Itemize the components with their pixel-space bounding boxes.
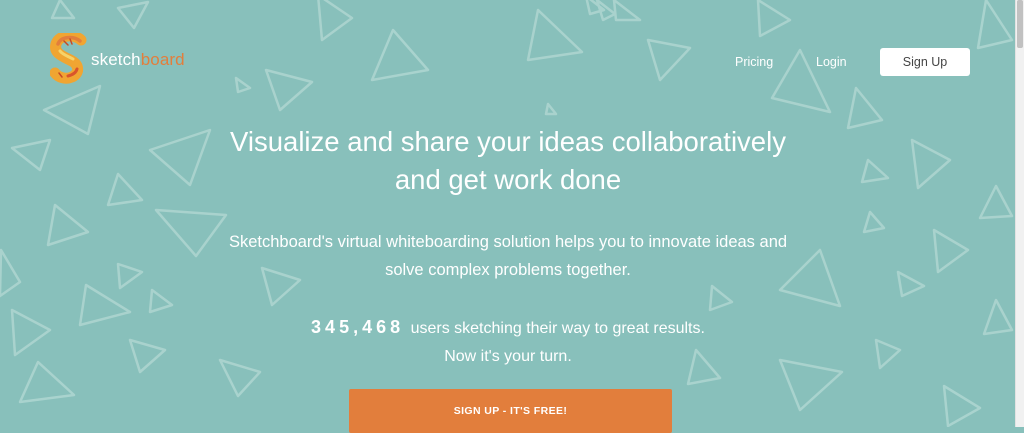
hero-subtitle: Sketchboard's virtual whiteboarding solu… bbox=[0, 228, 1016, 284]
hero-subtitle-line1: Sketchboard's virtual whiteboarding solu… bbox=[228, 233, 788, 251]
sign-up-free-cta-button[interactable]: SIGN UP - IT'S FREE! bbox=[349, 389, 672, 433]
brand-wordmark: sketchboard bbox=[91, 50, 185, 70]
nav-pricing-link[interactable]: Pricing bbox=[735, 48, 773, 76]
user-stats-text: users sketching their way to great resul… bbox=[410, 320, 705, 337]
user-stats-line2: Now it's your turn. bbox=[444, 348, 572, 365]
user-stats: 345,468 users sketching their way to gre… bbox=[0, 313, 1016, 371]
sign-up-button[interactable]: Sign Up bbox=[880, 48, 970, 76]
scrollbar-thumb[interactable] bbox=[1017, 0, 1023, 48]
sketchboard-s-logo-icon bbox=[50, 33, 87, 84]
hero-headline-line2: and get work done bbox=[394, 164, 622, 195]
brand-wordmark-part1: sketch bbox=[91, 50, 141, 69]
hero-headline: Visualize and share your ideas collabora… bbox=[0, 123, 1016, 199]
brand-wordmark-part2: board bbox=[140, 50, 185, 69]
hero-headline-line1: Visualize and share your ideas collabora… bbox=[230, 126, 786, 157]
vertical-scrollbar[interactable] bbox=[1015, 0, 1024, 427]
nav-login-link[interactable]: Login bbox=[816, 48, 847, 76]
brand-logo[interactable]: sketchboard bbox=[50, 33, 185, 85]
hero-subtitle-line2: solve complex problems together. bbox=[385, 261, 631, 279]
user-count: 345,468 bbox=[311, 317, 405, 337]
